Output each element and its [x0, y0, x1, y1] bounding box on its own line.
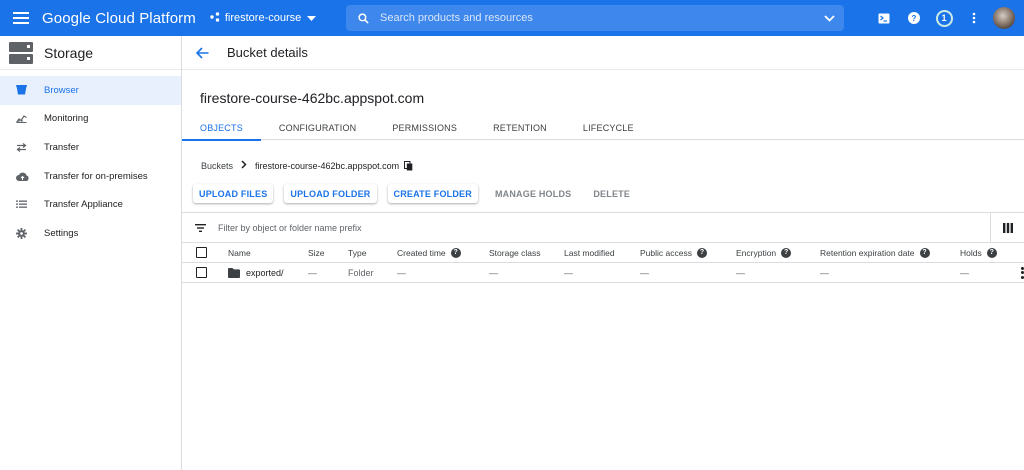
copy-icon[interactable]	[404, 160, 413, 171]
bucket-name-heading: firestore-course-462bc.appspot.com	[200, 90, 425, 106]
sidebar: Storage Browser Monitoring Transfer Tran…	[0, 36, 182, 470]
search-icon	[346, 12, 380, 24]
sidebar-item-transfer-on-premises[interactable]: Transfer for on-premises	[0, 162, 181, 191]
top-app-bar: Google Cloud Platform firestore-course S…	[0, 0, 1024, 36]
help-icon[interactable]: ?	[919, 247, 930, 258]
filter-bar: Filter by object or folder name prefix	[182, 212, 1024, 243]
sidebar-item-label: Transfer for on-premises	[44, 170, 148, 182]
column-header-name[interactable]: Name	[228, 248, 251, 258]
column-header-last-modified[interactable]: Last modified	[564, 248, 615, 258]
column-header-encryption[interactable]: Encryption?	[736, 247, 792, 258]
bucket-icon	[0, 85, 44, 95]
tab-permissions[interactable]: PERMISSIONS	[374, 116, 475, 140]
folder-icon	[228, 267, 240, 278]
filter-input[interactable]: Filter by object or folder name prefix	[218, 223, 990, 233]
help-icon[interactable]: ?	[986, 247, 997, 258]
sidebar-item-label: Transfer Appliance	[44, 199, 123, 211]
sidebar-header: Storage	[0, 36, 181, 70]
gear-icon	[0, 227, 44, 239]
hamburger-menu-icon[interactable]	[0, 0, 42, 36]
back-arrow-icon[interactable]	[182, 46, 222, 59]
column-header-size[interactable]: Size	[308, 248, 325, 258]
tab-lifecycle[interactable]: LIFECYCLE	[565, 116, 652, 140]
tab-retention[interactable]: RETENTION	[475, 116, 565, 140]
table-row[interactable]: exported/ — Folder — — — — — — —	[182, 263, 1024, 283]
svg-text:?: ?	[912, 14, 917, 23]
help-icon[interactable]: ?	[696, 247, 707, 258]
tab-objects[interactable]: OBJECTS	[182, 116, 261, 141]
cloud-upload-icon	[0, 172, 44, 181]
column-header-retention-expiration-date[interactable]: Retention expiration date?	[820, 247, 930, 258]
tab-configuration[interactable]: CONFIGURATION	[261, 116, 374, 140]
notifications-badge[interactable]: 1	[929, 0, 959, 36]
sidebar-item-transfer-appliance[interactable]: Transfer Appliance	[0, 190, 181, 219]
cell-type: Folder	[348, 267, 374, 278]
column-header-holds[interactable]: Holds?	[960, 247, 997, 258]
cell-retention-expiration-date: —	[820, 267, 829, 278]
project-name: firestore-course	[224, 12, 302, 24]
chevron-down-icon[interactable]	[814, 14, 844, 22]
select-all-checkbox[interactable]	[196, 247, 207, 258]
tab-bar: OBJECTS CONFIGURATION PERMISSIONS RETENT…	[182, 116, 1024, 141]
cell-public-access: —	[640, 267, 649, 278]
more-vert-icon[interactable]	[959, 0, 989, 36]
create-folder-button[interactable]: CREATE FOLDER	[387, 184, 478, 203]
search-input[interactable]: Search products and resources	[380, 12, 814, 24]
cell-size: —	[308, 267, 317, 278]
breadcrumb-current-bucket: firestore-course-462bc.appspot.com	[255, 160, 400, 171]
product-brand[interactable]: Google Cloud Platform	[42, 10, 196, 27]
sidebar-item-label: Monitoring	[44, 113, 89, 125]
main-content: Bucket details firestore-course-462bc.ap…	[182, 36, 1024, 470]
table-header-row: Name Size Type Created time? Storage cla…	[182, 243, 1024, 263]
help-icon[interactable]: ?	[450, 247, 461, 258]
sidebar-item-transfer[interactable]: Transfer	[0, 133, 181, 162]
sidebar-item-settings[interactable]: Settings	[0, 219, 181, 248]
page-header: Bucket details	[182, 36, 1024, 70]
folder-name-link[interactable]: exported/	[228, 267, 284, 278]
column-header-storage-class[interactable]: Storage class	[489, 248, 541, 258]
cloud-shell-icon[interactable]	[869, 0, 899, 36]
sidebar-title: Storage	[44, 44, 94, 61]
upload-folder-button[interactable]: UPLOAD FOLDER	[284, 184, 377, 203]
page-title: Bucket details	[227, 45, 308, 60]
transfer-icon	[0, 143, 44, 152]
sidebar-item-label: Browser	[44, 84, 79, 96]
project-hierarchy-icon	[210, 11, 220, 25]
project-selector[interactable]: firestore-course	[210, 11, 317, 25]
chevron-right-icon	[241, 160, 247, 171]
list-icon	[0, 200, 44, 209]
manage-holds-button[interactable]: MANAGE HOLDS	[488, 184, 578, 203]
filter-list-icon[interactable]	[182, 223, 218, 232]
row-checkbox[interactable]	[196, 267, 207, 278]
delete-button[interactable]: DELETE	[587, 184, 637, 203]
object-actions-toolbar: UPLOAD FILES UPLOAD FOLDER CREATE FOLDER…	[193, 184, 646, 203]
sidebar-item-label: Transfer	[44, 141, 80, 153]
objects-table: Name Size Type Created time? Storage cla…	[182, 243, 1024, 283]
storage-icon	[9, 41, 33, 64]
caret-down-icon	[307, 12, 317, 24]
help-icon[interactable]: ?	[781, 247, 792, 258]
column-header-public-access[interactable]: Public access?	[640, 247, 707, 258]
sidebar-item-label: Settings	[44, 227, 79, 239]
search-bar[interactable]: Search products and resources	[346, 5, 844, 31]
breadcrumb: Buckets firestore-course-462bc.appspot.c…	[201, 160, 413, 171]
cell-holds: —	[960, 267, 969, 278]
sidebar-item-browser[interactable]: Browser	[0, 76, 181, 105]
column-header-created-time[interactable]: Created time?	[397, 247, 461, 258]
cell-storage-class: —	[489, 267, 498, 278]
column-header-type[interactable]: Type	[348, 248, 366, 258]
cell-created-time: —	[397, 267, 406, 278]
upload-files-button[interactable]: UPLOAD FILES	[193, 184, 274, 203]
cell-encryption: —	[736, 267, 745, 278]
breadcrumb-buckets-link[interactable]: Buckets	[201, 161, 233, 171]
column-display-icon[interactable]	[990, 212, 1024, 243]
help-icon[interactable]: ?	[899, 0, 929, 36]
sidebar-item-monitoring[interactable]: Monitoring	[0, 105, 181, 134]
cell-last-modified: —	[564, 267, 573, 278]
monitoring-icon	[0, 114, 44, 124]
account-avatar[interactable]	[993, 7, 1015, 29]
